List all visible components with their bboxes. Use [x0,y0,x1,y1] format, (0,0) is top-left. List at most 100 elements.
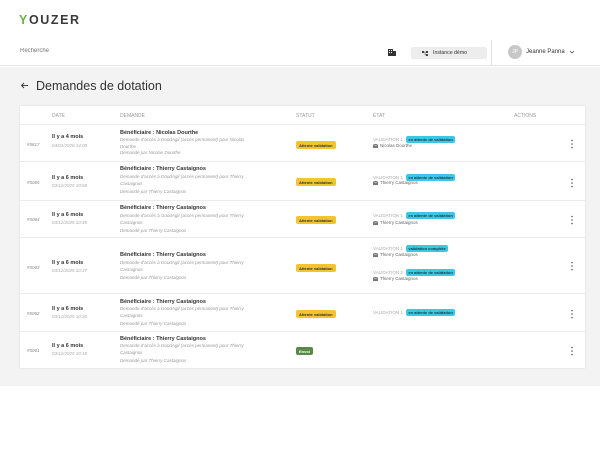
date-relative: Il y a 6 mois [52,175,84,181]
validation-step: VALIDATION 1 en attente de validation [373,309,456,316]
more-actions-icon[interactable] [570,178,574,188]
more-actions-icon[interactable] [570,215,574,225]
request-id: #5064 [27,217,40,222]
status-badge: Attente validation [296,178,336,186]
requested-by: Demandé par Thierry Castaignos [120,321,187,326]
request-description: Demande d'accès à GoodAgil (accès perman… [120,137,245,149]
more-actions-icon[interactable] [570,139,574,149]
beneficiary: Bénéficiaire : Thierry Castaignos [120,205,206,211]
request-id: #5061 [27,348,40,353]
validation-label: VALIDATION 2 [373,270,403,275]
table-row[interactable]: #5065 Il y a 6 mois 03/12/2025 10:58 Bén… [20,163,585,201]
user-name: Jeanne Panna [526,49,565,55]
mail-icon [373,220,378,225]
chevron-down-icon [569,50,574,54]
request-id: #5063 [27,265,40,270]
validation-step: VALIDATION 2 en attente de validation [373,269,456,276]
validator: Thierry Castaignos [373,180,418,185]
date-absolute: 03/12/2025 10:46 [52,220,88,225]
date-relative: Il y a 6 mois [52,212,84,218]
status-badge: Attente validation [296,216,336,224]
requested-by: Demandé par Thierry Castaignos [120,358,187,363]
beneficiary: Bénéficiaire : Thierry Castaignos [120,336,206,342]
logo-letter-y: Y [19,13,29,27]
date-relative: Il y a 6 mois [52,306,84,312]
page-title: Demandes de dotation [36,79,162,93]
building-icon[interactable] [387,47,397,57]
beneficiary: Bénéficiaire : Thierry Castaignos [120,299,206,305]
beneficiary: Bénéficiaire : Thierry Castaignos [120,252,206,258]
mail-icon [373,252,378,257]
requested-by: Demandé par Thierry Castaignos [120,189,187,194]
table-row[interactable]: #5063 Il y a 6 mois 03/12/2025 10:37 Bén… [20,239,585,294]
validator: Thierry Castaignos [373,220,418,225]
request-id: #5065 [27,180,40,185]
date-absolute: 03/12/2025 10:18 [52,351,88,356]
top-bar: Y OUZER [0,0,600,40]
more-actions-icon[interactable] [570,261,574,271]
date-absolute: 03/12/2025 10:30 [52,314,88,319]
avatar: JP [508,45,522,59]
request-id: #5062 [27,311,40,316]
request-description: Demande d'accès à GoodAgil (accès perman… [120,174,244,186]
requested-by: Demandé par Thierry Castaignos [120,275,187,280]
validation-state-badge: validation complète [405,245,449,252]
validator: Nicolas Dourthe [373,143,412,148]
column-header-etat[interactable]: ÉTAT [373,113,385,119]
validation-step: VALIDATION 1 validation complète [373,245,449,252]
request-id: #5817 [27,142,40,147]
status-badge: Attente validation [296,310,336,318]
date-relative: Il y a 6 mois [52,260,84,266]
validation-step: VALIDATION 1 en attente de validation [373,212,456,219]
search-input[interactable] [20,48,220,54]
sub-toolbar: Instance démo JP Jeanne Panna [0,40,600,66]
table-row[interactable]: #5064 Il y a 6 mois 03/12/2025 10:46 Bén… [20,202,585,238]
status-badge: Attente validation [296,141,336,149]
table-row[interactable]: #5061 Il y a 6 mois 03/12/2025 10:18 Bén… [20,333,585,368]
back-arrow-icon[interactable] [20,81,29,90]
validation-label: VALIDATION 1 [373,213,403,218]
validation-label: VALIDATION 1 [373,310,403,315]
user-menu[interactable]: JP Jeanne Panna [508,45,575,59]
mail-icon [373,180,378,185]
validator-name: Thierry Castaignos [380,220,418,225]
main-content: Demandes de dotation DATE DEMANDE STATUT… [0,67,600,386]
app-logo[interactable]: Y OUZER [19,13,81,27]
requests-table: DATE DEMANDE STATUT ÉTAT ACTIONS #5817 I… [20,106,585,368]
validation-state-badge: en attente de validation [405,309,456,316]
validation-state-badge: en attente de validation [405,269,456,276]
divider [491,40,492,66]
hierarchy-icon [422,50,428,56]
column-header-statut[interactable]: STATUT [296,113,315,119]
table-row[interactable]: #5817 Il y a 4 mois 04/02/2026 14:08 Bén… [20,126,585,162]
validator: Thierry Castaignos [373,252,418,257]
validation-step: VALIDATION 1 en attente de validation [373,136,456,143]
validator: Thierry Castaignos [373,276,418,281]
more-actions-icon[interactable] [570,309,574,319]
validation-state-badge: en attente de validation [405,212,456,219]
beneficiary: Bénéficiaire : Nicolas Dourthe [120,130,199,136]
request-description: Demande d'accès à GoodAgil (accès perman… [120,260,244,272]
mail-icon [373,143,378,148]
request-description: Demande d'accès à GoodAgil (accès perman… [120,343,244,355]
table-row[interactable]: #5062 Il y a 6 mois 03/12/2025 10:30 Bén… [20,295,585,332]
column-header-demande[interactable]: DEMANDE [120,113,145,119]
validation-label: VALIDATION 1 [373,137,403,142]
date-absolute: 03/12/2025 10:37 [52,268,88,273]
instance-button[interactable]: Instance démo [411,47,487,59]
logo-text: OUZER [28,13,81,27]
requested-by: Demandé par Thierry Castaignos [120,228,187,233]
requested-by: Demandé par Nicolas Dourthe [120,150,181,155]
validator-name: Nicolas Dourthe [380,143,413,148]
more-actions-icon[interactable] [570,346,574,356]
validator-name: Thierry Castaignos [380,252,418,257]
date-absolute: 03/12/2025 10:58 [52,183,88,188]
validation-state-badge: en attente de validation [405,136,456,143]
column-header-actions: ACTIONS [514,113,537,119]
request-description: Demande d'accès à GoodAgil (accès perman… [120,213,244,225]
column-header-date[interactable]: DATE [52,113,65,119]
validator-name: Thierry Castaignos [380,276,418,281]
validation-label: VALIDATION 1 [373,246,403,251]
mail-icon [373,276,378,281]
date-absolute: 04/02/2026 14:08 [52,143,88,148]
